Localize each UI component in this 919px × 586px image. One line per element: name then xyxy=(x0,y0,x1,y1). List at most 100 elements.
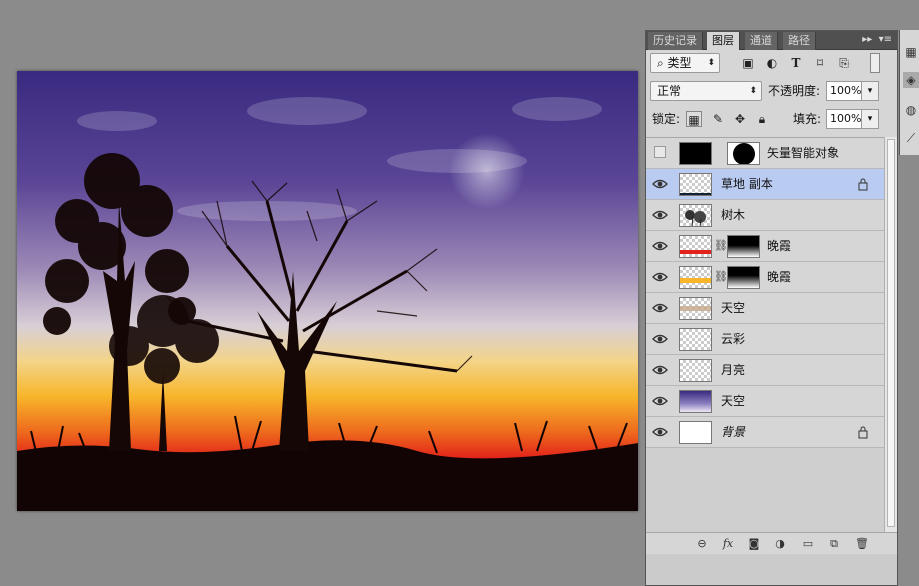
layer-row-clouds[interactable]: 云彩 xyxy=(646,324,884,355)
link-layers-icon[interactable]: ⊖ xyxy=(694,536,710,552)
layer-row-trees[interactable]: 树木 xyxy=(646,200,884,231)
layer-thumbnail xyxy=(679,204,712,227)
layer-thumbnail xyxy=(679,359,712,382)
layer-row-sunset-red[interactable]: ⛓ 晚霞 xyxy=(646,231,884,262)
layer-mask-thumbnail xyxy=(727,235,760,258)
add-mask-icon[interactable]: ◙ xyxy=(746,536,762,552)
layer-row-sky-glow[interactable]: 天空 xyxy=(646,293,884,324)
scrollbar-thumb[interactable] xyxy=(887,139,895,527)
blend-mode-select[interactable]: 正常 ⬍ xyxy=(650,81,762,101)
right-dock: ▦ ◈ ◍ ⟋ xyxy=(899,30,919,155)
filter-kind-label: 类型 xyxy=(667,56,692,70)
panel-resize-grip[interactable] xyxy=(646,554,897,585)
layer-name: 天空 xyxy=(721,301,746,315)
layer-name: 云彩 xyxy=(721,332,746,346)
filter-toggle-switch[interactable] xyxy=(870,53,880,73)
layer-thumbnail xyxy=(679,235,712,258)
eye-icon[interactable] xyxy=(652,300,668,316)
lock-icon xyxy=(858,426,868,439)
smart-object-filter-icon[interactable]: ⎘ xyxy=(836,55,852,71)
layer-thumbnail xyxy=(679,421,712,444)
layer-name: 天空 xyxy=(721,394,746,408)
adjustment-layer-icon[interactable]: ◑ xyxy=(772,536,788,552)
paths-icon[interactable]: ⟋ xyxy=(903,130,919,146)
layer-thumbnail xyxy=(679,297,712,320)
document-canvas[interactable] xyxy=(17,71,638,511)
chevron-down-icon[interactable]: ▾ xyxy=(861,109,879,129)
layers-panel: 历史记录 图层 通道 路径 ▸▸ ▾≡ ⌕ 类型 ⬍ ▣ ◐ T ⌑ ⎘ 正常 … xyxy=(645,30,898,586)
layer-list-scrollbar[interactable] xyxy=(884,137,897,532)
sunset-artwork xyxy=(17,71,638,511)
layer-name: 月亮 xyxy=(721,363,746,377)
fill-label: 填充: xyxy=(793,112,822,126)
fill-input[interactable]: 100% ▾ xyxy=(826,109,879,129)
vector-mask-thumbnail xyxy=(727,142,760,165)
lock-transparent-pixels-icon[interactable]: ▦ xyxy=(686,111,702,127)
pixel-filter-icon[interactable]: ▣ xyxy=(740,55,756,71)
link-chain-icon[interactable]: ⛓ xyxy=(714,239,728,253)
tab-layers[interactable]: 图层 xyxy=(707,32,740,50)
shape-filter-icon[interactable]: ⌑ xyxy=(812,55,828,71)
layer-list: 矢量智能对象 草地 副本 树木 ⛓ 晚霞 ⛓ 晚霞 天空 云彩 月亮 天空 背景 xyxy=(646,137,884,532)
tab-history[interactable]: 历史记录 xyxy=(648,32,703,50)
tab-paths[interactable]: 路径 xyxy=(783,32,816,50)
lock-icon xyxy=(858,178,868,191)
blend-mode-value: 正常 xyxy=(657,84,682,98)
eye-icon[interactable] xyxy=(652,393,668,409)
opacity-input[interactable]: 100% ▾ xyxy=(826,81,879,101)
type-filter-icon[interactable]: T xyxy=(788,55,804,71)
layer-thumbnail xyxy=(679,142,712,165)
panel-menu-button[interactable]: ▸▸ ▾≡ xyxy=(855,31,895,49)
layer-row-sunset-orange[interactable]: ⛓ 晚霞 xyxy=(646,262,884,293)
channels-icon[interactable]: ◍ xyxy=(903,102,919,118)
fx-icon[interactable]: fx xyxy=(720,536,736,552)
layer-row-grass-copy[interactable]: 草地 副本 xyxy=(646,169,884,200)
layer-thumbnail xyxy=(679,328,712,351)
layer-name: 草地 副本 xyxy=(721,177,773,191)
lock-label: 锁定: xyxy=(652,112,681,126)
tab-channels[interactable]: 通道 xyxy=(745,32,778,50)
opacity-label: 不透明度: xyxy=(768,84,821,98)
layer-name: 背景 xyxy=(721,425,746,439)
new-group-folder-icon[interactable]: ▭ xyxy=(800,536,816,552)
layer-row-background[interactable]: 背景 xyxy=(646,417,884,448)
layer-name: 矢量智能对象 xyxy=(767,146,840,160)
lock-all-icon[interactable]: 🔒︎ xyxy=(754,111,770,127)
link-chain-icon[interactable]: ⛓ xyxy=(714,270,728,284)
lock-position-icon[interactable]: ✥ xyxy=(732,111,748,127)
layer-row-vector-smart-object[interactable]: 矢量智能对象 xyxy=(646,138,884,169)
updown-arrow-icon: ⬍ xyxy=(707,58,715,68)
layer-name: 晚霞 xyxy=(767,270,792,284)
eye-icon[interactable] xyxy=(652,424,668,440)
opacity-value: 100% xyxy=(830,84,862,97)
layer-thumbnail xyxy=(679,390,712,413)
fill-value: 100% xyxy=(830,112,862,125)
layer-filter-select[interactable]: ⌕ 类型 ⬍ xyxy=(650,53,720,73)
adjustment-filter-icon[interactable]: ◐ xyxy=(764,55,780,71)
panel-tab-bar: 历史记录 图层 通道 路径 ▸▸ ▾≡ xyxy=(646,31,897,50)
lock-image-pixels-icon[interactable]: ✎ xyxy=(710,111,726,127)
eye-icon[interactable] xyxy=(652,269,668,285)
chevron-down-icon[interactable]: ▾ xyxy=(861,81,879,101)
layer-mask-thumbnail xyxy=(727,266,760,289)
layer-name: 晚霞 xyxy=(767,239,792,253)
eye-icon[interactable] xyxy=(652,238,668,254)
workspace: 历史记录 图层 通道 路径 ▸▸ ▾≡ ⌕ 类型 ⬍ ▣ ◐ T ⌑ ⎘ 正常 … xyxy=(0,0,919,586)
eye-icon[interactable] xyxy=(652,331,668,347)
layers-stack-icon[interactable]: ◈ xyxy=(903,72,919,88)
layer-row-sky-gradient[interactable]: 天空 xyxy=(646,386,884,417)
new-layer-icon[interactable]: ⧉ xyxy=(826,536,842,552)
panel-grid-icon[interactable]: ▦ xyxy=(903,44,919,60)
layer-row-moon[interactable]: 月亮 xyxy=(646,355,884,386)
trash-icon[interactable]: 🗑︎ xyxy=(854,536,870,552)
layer-thumbnail xyxy=(679,173,712,196)
eye-icon[interactable] xyxy=(652,207,668,223)
visibility-toggle-empty[interactable] xyxy=(654,146,666,158)
search-icon: ⌕ xyxy=(657,56,668,70)
layer-thumbnail xyxy=(679,266,712,289)
eye-icon[interactable] xyxy=(652,362,668,378)
eye-icon[interactable] xyxy=(652,176,668,192)
panel-bottom-toolbar: ⊖ fx ◙ ◑ ▭ ⧉ 🗑︎ xyxy=(646,532,897,554)
updown-arrow-icon: ⬍ xyxy=(749,86,757,96)
layer-name: 树木 xyxy=(721,208,746,222)
